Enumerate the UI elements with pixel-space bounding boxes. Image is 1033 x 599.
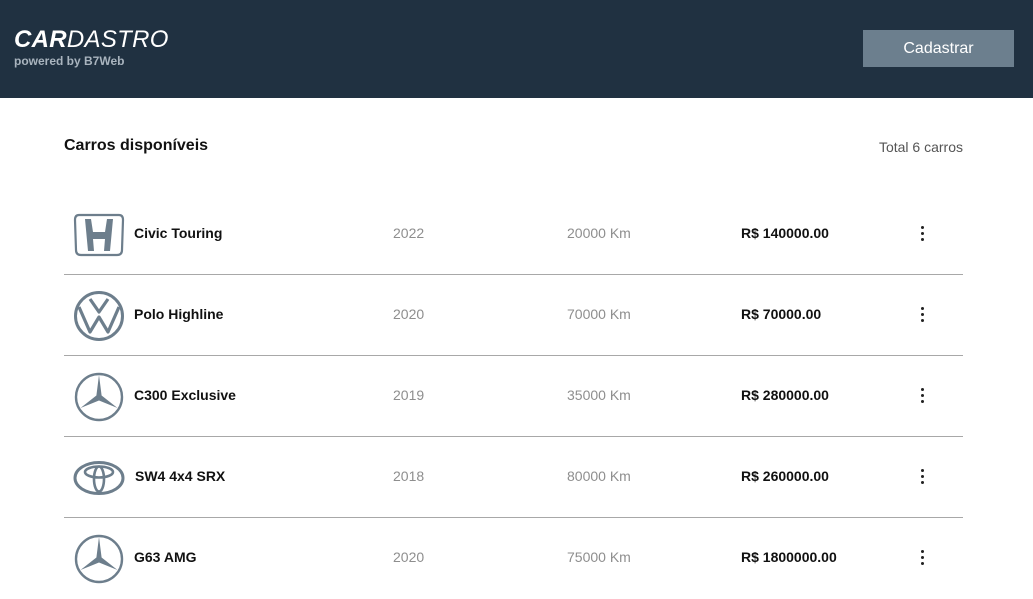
car-year: 2020 (393, 549, 425, 565)
cadastrar-button[interactable]: Cadastrar (863, 30, 1014, 67)
main-content: Carros disponíveis Total 6 carros Civic … (64, 98, 963, 599)
total-count: Total 6 carros (878, 139, 963, 155)
logo-text: CARDASTRO (14, 27, 169, 53)
car-km: 80000 Km (567, 468, 631, 484)
car-list: Civic Touring 2022 20000 Km R$ 140000.00… (64, 194, 963, 599)
car-row[interactable]: G63 AMG 2020 75000 Km R$ 1800000.00 (64, 518, 963, 599)
car-price: R$ 260000.00 (741, 468, 829, 484)
car-km: 35000 Km (567, 387, 631, 403)
list-header: Carros disponíveis Total 6 carros (64, 98, 963, 194)
honda-logo-icon (73, 209, 125, 261)
car-name: G63 AMG (134, 549, 197, 565)
more-options-icon[interactable] (912, 383, 932, 407)
logo-text-bold: CAR (14, 26, 67, 53)
car-price: R$ 280000.00 (741, 387, 829, 403)
car-row[interactable]: Civic Touring 2022 20000 Km R$ 140000.00 (64, 194, 963, 275)
toyota-logo-icon (73, 452, 125, 504)
more-options-icon[interactable] (912, 302, 932, 326)
car-year: 2022 (393, 225, 425, 241)
car-km: 20000 Km (567, 225, 631, 241)
car-price: R$ 70000.00 (741, 306, 822, 322)
car-km: 75000 Km (567, 549, 631, 565)
car-name: Polo Highline (134, 306, 224, 322)
more-options-icon[interactable] (912, 221, 932, 245)
page-title: Carros disponíveis (64, 137, 209, 154)
car-row[interactable]: Polo Highline 2020 70000 Km R$ 70000.00 (64, 275, 963, 356)
car-year: 2020 (393, 306, 425, 322)
car-year: 2019 (393, 387, 425, 403)
car-name: SW4 4x4 SRX (135, 468, 226, 484)
car-km: 70000 Km (567, 306, 631, 322)
volkswagen-logo-icon (73, 290, 125, 342)
car-row[interactable]: SW4 4x4 SRX 2018 80000 Km R$ 260000.00 (64, 437, 963, 518)
mercedes-logo-icon (73, 533, 125, 585)
mercedes-logo-icon (73, 371, 125, 423)
app-header: CARDASTRO powered by B7Web Cadastrar (0, 0, 1033, 98)
car-name: C300 Exclusive (134, 387, 236, 403)
car-year: 2018 (393, 468, 425, 484)
car-row[interactable]: C300 Exclusive 2019 35000 Km R$ 280000.0… (64, 356, 963, 437)
car-price: R$ 1800000.00 (741, 549, 837, 565)
logo-tagline: powered by B7Web (14, 54, 125, 68)
more-options-icon[interactable] (912, 464, 932, 488)
car-name: Civic Touring (134, 225, 223, 241)
more-options-icon[interactable] (912, 545, 932, 569)
car-price: R$ 140000.00 (741, 225, 829, 241)
logo[interactable]: CARDASTRO powered by B7Web (14, 27, 169, 69)
logo-text-rest: DASTRO (66, 26, 169, 53)
